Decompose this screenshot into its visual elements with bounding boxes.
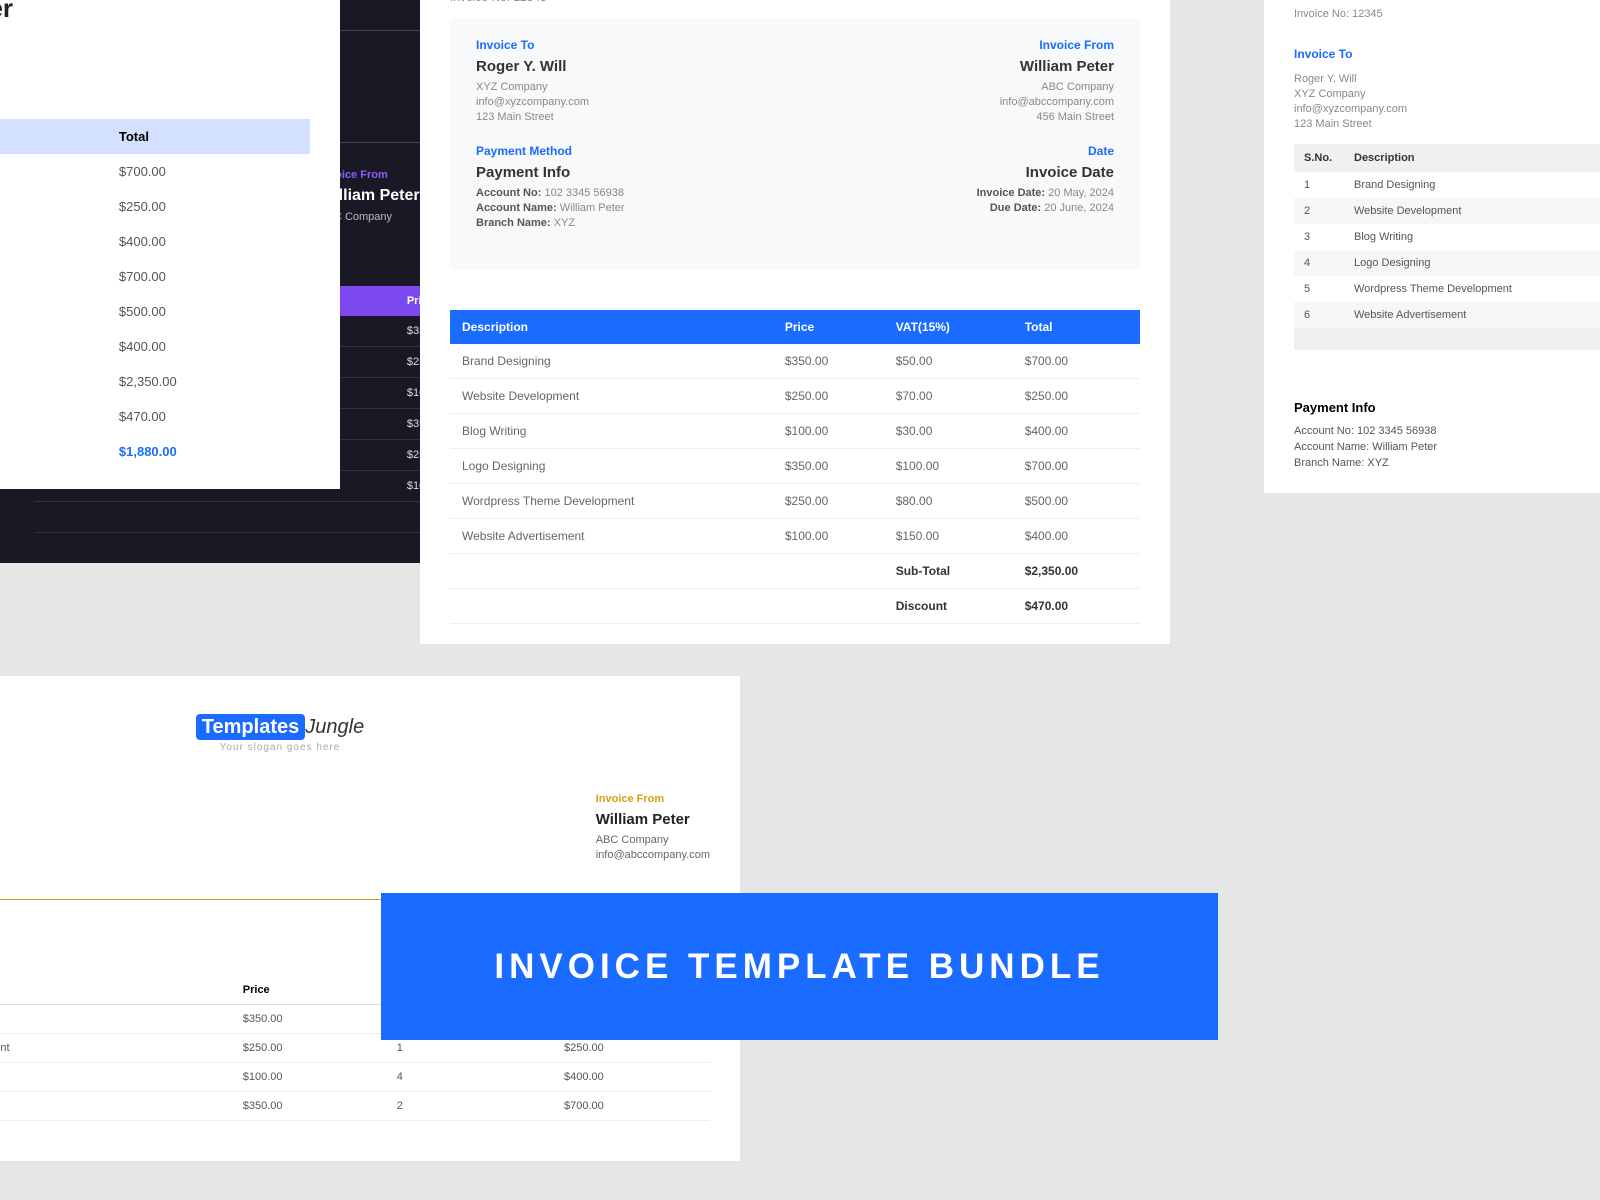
date-label: Date — [977, 144, 1114, 158]
from-company: ABC Company — [596, 834, 710, 846]
disc-value: $470.00 — [1013, 589, 1140, 624]
sub-label: Sub-Total — [0, 364, 109, 399]
th-total: Total — [1013, 310, 1140, 344]
table-row: 1Brand Designing — [1294, 172, 1600, 198]
branch-name: Branch Name: XYZ — [476, 217, 625, 229]
th-sno: S.No. — [1294, 144, 1344, 172]
table-row: 3Blog Writing — [1294, 224, 1600, 250]
table-row: Website Advertisement$100.00$150.00$400.… — [450, 519, 1140, 554]
table-row: Logo Designing$350.00$100.00$700.00 — [450, 449, 1140, 484]
table-cell: $400.00 — [109, 329, 310, 364]
disc-label: Discount 20% — [0, 399, 109, 434]
sub-value: $2,350.00 — [109, 364, 310, 399]
th-vat: VAT(15%) — [884, 310, 1013, 344]
from-email: info@abccompany.com — [596, 849, 710, 861]
to-name: Roger Y. Will — [1294, 73, 1600, 85]
from-name: William Peter — [1000, 58, 1114, 75]
logo-icon: Templates — [196, 714, 305, 740]
account-name: Account Name: William Peter — [1294, 441, 1600, 453]
th-desc: Description — [1344, 144, 1600, 172]
table-row: 4Logo Designing — [1294, 250, 1600, 276]
to-name: Roger Y. Will — [476, 58, 589, 75]
from-email: info@abccompany.com — [0, 55, 310, 70]
to-email: info@xyzcompany.com — [476, 96, 589, 108]
invoice-from-label: Invoice From — [1000, 38, 1114, 52]
payment-info-title: Payment Info — [1294, 400, 1600, 415]
line-items-table: Description Price VAT(15%) Total Brand D… — [450, 310, 1140, 624]
logo: TemplatesJungle Your slogan goes here — [0, 716, 710, 753]
branch-name: Branch Name: XYZ — [1294, 457, 1600, 469]
sub-label: Sub-Total — [884, 554, 1013, 589]
disc-label: Discount — [884, 589, 1013, 624]
table-row: Blog Writing$100.00$30.00$400.00 — [450, 414, 1140, 449]
table-cell: $700.00 — [109, 154, 310, 189]
table-row: Wordpress Theme Development$250.00$80.00… — [450, 484, 1140, 519]
logo-slogan: Your slogan goes here — [0, 742, 710, 753]
from-company: ABC Company — [0, 36, 310, 51]
to-company: XYZ Company — [1294, 88, 1600, 100]
th-desc: Description — [0, 976, 235, 1005]
to-company: XYZ Company — [476, 81, 589, 93]
account-name: Account Name: William Peter — [476, 202, 625, 214]
sub-value: $2,350.00 — [1013, 554, 1140, 589]
invoice-date-title: Invoice Date — [977, 164, 1114, 181]
line-items-table: S.No.Description 1Brand Designing2Websit… — [1294, 144, 1600, 350]
payment-info: Payment Info Account No: 102 3345 56938 … — [1294, 400, 1600, 469]
table-row: 4Logo Designing$350.002$700.00 — [0, 1092, 710, 1121]
invoice-card-1: Invoice From William Peter ABC Company i… — [0, 0, 340, 489]
disc-value: $470.00 — [109, 399, 310, 434]
from-name: William Peter — [596, 811, 710, 828]
table-row: 2Website Development — [1294, 198, 1600, 224]
th-total: Total — [109, 119, 310, 154]
account-no: Account No: 102 3345 56938 — [476, 187, 625, 199]
invoice-from-label: Invoice From — [596, 793, 710, 805]
grand-label: Grand-Total — [0, 434, 109, 469]
invoice-number: Invoice No: 12345 — [1294, 8, 1600, 20]
invoice-to-label: Invoice To — [476, 38, 589, 52]
th-price: Price — [235, 976, 389, 1005]
table-cell: $400.00 — [109, 224, 310, 259]
due-date: Due Date: 20 June, 2024 — [977, 202, 1114, 214]
bundle-title: INVOICE TEMPLATE BUNDLE — [494, 947, 1104, 987]
invoice-card-3: Invoice V3 Invoice No: 12345 Invoice To … — [1264, 0, 1600, 493]
from-company: ABC Company — [1000, 81, 1114, 93]
from-address: 456 Main Street — [0, 74, 310, 89]
th-qty: Quantity — [0, 119, 109, 154]
th-desc: Description — [450, 310, 773, 344]
grand-value: $1,880.00 — [109, 434, 310, 469]
from-email: info@abccompany.com — [1000, 96, 1114, 108]
invoice-card-2: Invoice No: 12345 Invoice To Roger Y. Wi… — [420, 0, 1170, 644]
invoice-title: Invoice V3 — [1294, 0, 1600, 2]
table-row: Brand Designing$350.00$50.00$700.00 — [450, 344, 1140, 379]
table-row: 6Website Advertisement — [1294, 302, 1600, 328]
info-box: Invoice To Roger Y. Will XYZ Company inf… — [450, 18, 1140, 270]
invoice-date: Invoice Date: 20 May, 2024 — [977, 187, 1114, 199]
to-address: 123 Main Street — [476, 111, 589, 123]
payment-info-title: Payment Info — [476, 164, 625, 181]
table-row: 5Wordpress Theme Development — [1294, 276, 1600, 302]
invoice-to-label: Invoice To — [1294, 47, 1600, 61]
table-cell: $250.00 — [109, 189, 310, 224]
invoice-number: Invoice No: 12345 — [450, 0, 1140, 4]
bundle-title-banner: INVOICE TEMPLATE BUNDLE — [381, 893, 1218, 1040]
table-cell: $500.00 — [109, 294, 310, 329]
payment-method-label: Payment Method — [476, 144, 625, 158]
to-address: 123 Main Street — [1294, 118, 1600, 130]
table-cell: $700.00 — [109, 259, 310, 294]
account-no: Account No: 102 3345 56938 — [1294, 425, 1600, 437]
totals-table: QuantityTotal $700.00$250.00$400.00$700.… — [0, 119, 310, 469]
table-row: Website Development$250.00$70.00$250.00 — [450, 379, 1140, 414]
from-name: William Peter — [0, 0, 310, 24]
table-row: 3Blog Writing$100.004$400.00 — [0, 1063, 710, 1092]
from-address: 456 Main Street — [1000, 111, 1114, 123]
th-price: Price — [773, 310, 884, 344]
to-email: info@xyzcompany.com — [1294, 103, 1600, 115]
